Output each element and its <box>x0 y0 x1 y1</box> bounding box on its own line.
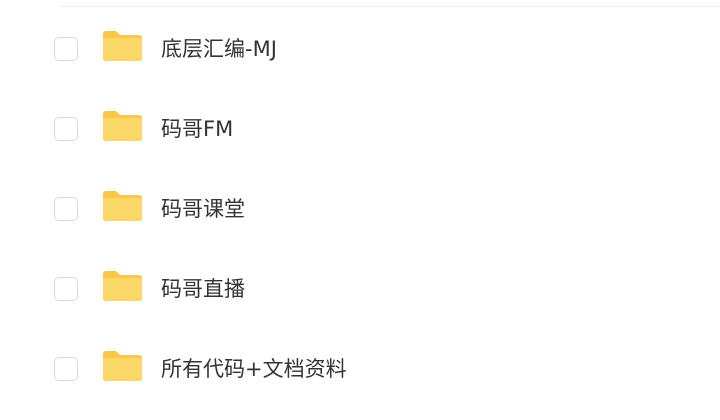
file-row-4[interactable]: 所有代码+文档资料 <box>0 328 720 408</box>
row-checkbox[interactable] <box>54 197 78 221</box>
folder-icon <box>101 30 143 62</box>
file-row-0[interactable]: 底层汇编-MJ <box>0 8 720 88</box>
folder-icon <box>101 110 143 142</box>
file-row-1[interactable]: 码哥FM <box>0 88 720 168</box>
file-name[interactable]: 所有代码+文档资料 <box>161 354 347 384</box>
file-list: 底层汇编-MJ 码哥FM 码哥课堂 码哥直播 所有代码+文档资料 <box>0 8 720 408</box>
file-row-2[interactable]: 码哥课堂 <box>0 168 720 248</box>
file-name[interactable]: 码哥课堂 <box>161 194 245 224</box>
folder-icon <box>101 190 143 222</box>
row-checkbox[interactable] <box>54 117 78 141</box>
folder-icon <box>101 270 143 302</box>
row-checkbox[interactable] <box>54 357 78 381</box>
file-row-3[interactable]: 码哥直播 <box>0 248 720 328</box>
row-checkbox[interactable] <box>54 277 78 301</box>
file-name[interactable]: 码哥直播 <box>161 274 245 304</box>
folder-icon <box>101 350 143 382</box>
file-name[interactable]: 码哥FM <box>161 114 233 144</box>
file-name[interactable]: 底层汇编-MJ <box>161 34 277 64</box>
row-checkbox[interactable] <box>54 37 78 61</box>
list-top-divider <box>60 6 720 7</box>
